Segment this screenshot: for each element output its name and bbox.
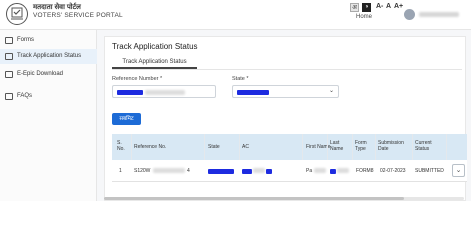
cell-form-type: FORM8 bbox=[356, 168, 374, 174]
portal-title-hindi: मतदाता सेवा पोर्टल bbox=[33, 4, 81, 11]
eci-logo-icon[interactable] bbox=[5, 2, 29, 26]
redacted-value bbox=[266, 169, 272, 174]
column-header-current-status: Current Status bbox=[415, 140, 432, 152]
submit-button[interactable]: सबमिट bbox=[112, 113, 141, 125]
redacted-value bbox=[145, 90, 185, 95]
download-icon bbox=[5, 71, 13, 78]
cell-first-name-prefix: Pa bbox=[306, 168, 313, 174]
main-content: Track Application Status Track Applicati… bbox=[97, 30, 471, 201]
sidebar-item-label: E-Epic Download bbox=[17, 71, 64, 77]
redacted-value bbox=[253, 168, 265, 173]
cell-reference-prefix: S120W bbox=[134, 168, 151, 174]
top-header: मतदाता सेवा पोर्टल VOTERS' SERVICE PORTA… bbox=[0, 0, 471, 30]
results-table: S. No. Reference No. State AC First Name… bbox=[112, 134, 467, 186]
column-header-sno: S. No. bbox=[117, 140, 125, 152]
sidebar-item-forms[interactable]: Forms bbox=[0, 33, 97, 48]
font-decrease-button[interactable]: A- bbox=[376, 3, 383, 10]
chevron-down-icon[interactable]: ⌄ bbox=[452, 164, 465, 177]
forms-icon bbox=[5, 37, 13, 44]
font-increase-button[interactable]: A+ bbox=[394, 3, 403, 10]
redacted-state bbox=[208, 169, 234, 174]
cell-current-status: SUBMITTED bbox=[415, 168, 444, 174]
cell-submission-date: 02-07-2023 bbox=[380, 168, 406, 174]
table-header: S. No. Reference No. State AC First Name… bbox=[112, 134, 467, 160]
portal-title: VOTERS' SERVICE PORTAL bbox=[33, 12, 123, 19]
reference-number-input[interactable] bbox=[112, 85, 216, 98]
sidebar-item-label: Forms bbox=[17, 37, 34, 43]
table-row[interactable]: 1 S120W 4 Pa FORM8 02-07-2023 SUBMITTED bbox=[112, 160, 467, 182]
font-normal-button[interactable]: A bbox=[386, 3, 391, 10]
sidebar-item-faqs[interactable]: FAQs bbox=[0, 89, 97, 104]
faq-icon bbox=[5, 93, 13, 100]
scrollbar-thumb[interactable] bbox=[104, 197, 404, 200]
language-switch[interactable]: अ bbox=[350, 3, 359, 12]
horizontal-scrollbar[interactable] bbox=[104, 197, 464, 200]
page-title: Track Application Status bbox=[112, 42, 198, 51]
redacted-ac bbox=[242, 169, 252, 174]
sidebar-item-label: FAQs bbox=[17, 93, 33, 99]
contrast-toggle-icon[interactable]: ◑ bbox=[362, 3, 371, 12]
column-header-form-type: Form Type bbox=[355, 140, 367, 152]
sidebar-item-label: Track Application Status bbox=[17, 53, 82, 59]
cell-sno: 1 bbox=[119, 168, 122, 174]
redacted-value bbox=[237, 90, 269, 95]
column-header-last-name: Last Name bbox=[330, 140, 344, 152]
track-status-card: Track Application Status Track Applicati… bbox=[104, 36, 467, 201]
redacted-value bbox=[337, 168, 349, 173]
state-select[interactable]: ⌄ bbox=[232, 85, 339, 98]
redacted-last-name bbox=[330, 169, 336, 174]
column-header-ac: AC bbox=[242, 144, 249, 150]
tab-track-status[interactable]: Track Application Status bbox=[112, 58, 197, 69]
column-header-reference: Reference No. bbox=[134, 144, 167, 150]
redacted-value bbox=[117, 90, 143, 95]
reference-number-label: Reference Number * bbox=[112, 76, 163, 82]
column-header-state: State bbox=[208, 144, 220, 150]
sidebar: Forms Track Application Status E-Epic Do… bbox=[0, 30, 97, 201]
user-name-redacted[interactable] bbox=[419, 12, 459, 17]
chevron-down-icon: ⌄ bbox=[329, 88, 335, 94]
cell-reference-suffix: 4 bbox=[187, 168, 190, 174]
sidebar-item-epic-download[interactable]: E-Epic Download bbox=[0, 67, 97, 82]
redacted-value bbox=[153, 168, 185, 173]
tab-divider bbox=[112, 69, 462, 70]
home-link[interactable]: Home bbox=[356, 14, 372, 20]
state-label: State * bbox=[232, 76, 249, 82]
user-avatar[interactable] bbox=[404, 9, 415, 20]
column-header-submission-date: Submission Date bbox=[378, 140, 404, 152]
redacted-value bbox=[314, 168, 326, 173]
track-icon bbox=[5, 53, 13, 60]
sidebar-item-track-status[interactable]: Track Application Status bbox=[0, 49, 97, 64]
